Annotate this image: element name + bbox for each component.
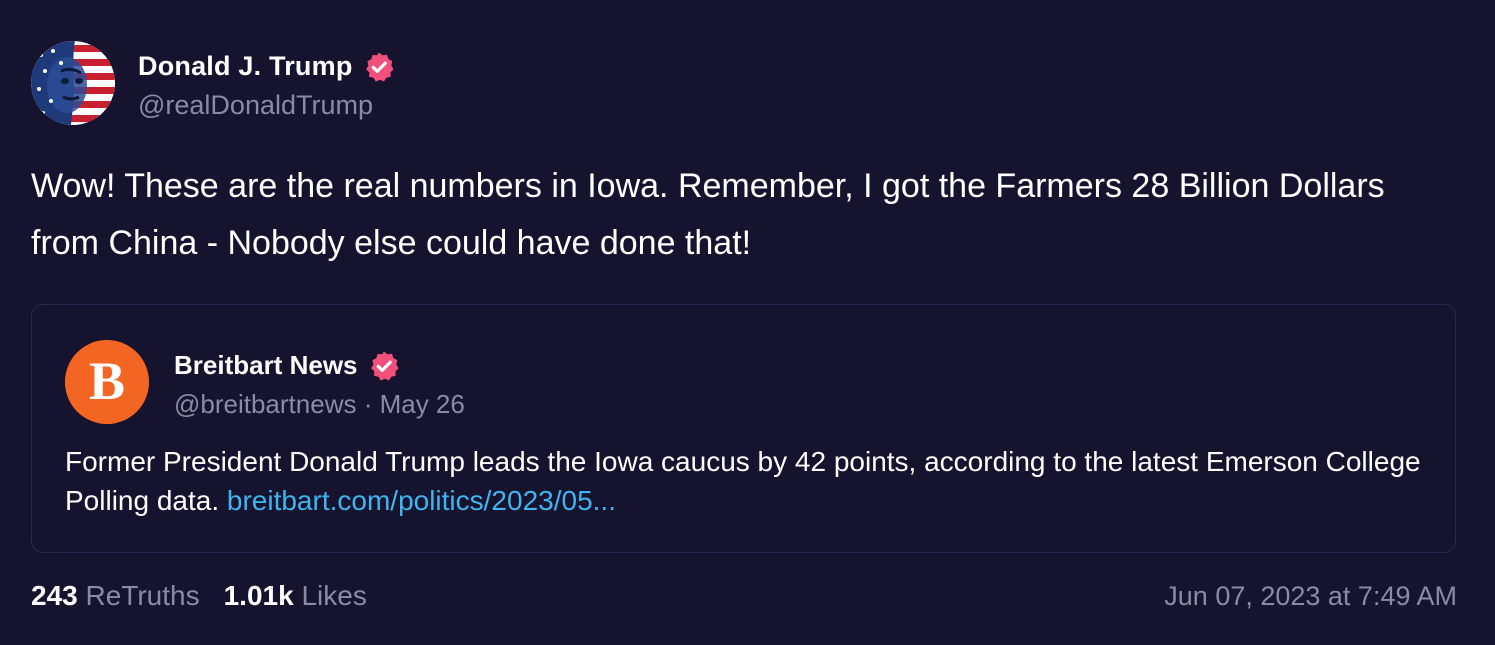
likes-count: 1.01k <box>223 580 294 611</box>
author-name-row: Donald J. Trump <box>138 46 395 88</box>
quoted-post-text: Former President Donald Trump leads the … <box>65 442 1425 520</box>
post-text: Wow! These are the real numbers in Iowa.… <box>31 167 1385 262</box>
post-footer: 243 ReTruths 1.01k Likes Jun 07, 2023 at… <box>31 580 1457 612</box>
likes-stat[interactable]: 1.01k Likes <box>224 580 367 612</box>
breitbart-logo-letter: B <box>89 351 125 411</box>
author-handle[interactable]: @realDonaldTrump <box>138 90 395 121</box>
likes-label: Likes <box>301 580 367 611</box>
quoted-author-identity: Breitbart News @breitbartnews · May 26 <box>174 345 465 420</box>
author-identity: Donald J. Trump @realDonaldTrump <box>138 46 395 121</box>
retruths-stat[interactable]: 243 ReTruths <box>31 580 200 612</box>
quoted-author-name-row: Breitbart News <box>174 345 465 387</box>
quoted-post-link[interactable]: breitbart.com/politics/2023/05... <box>227 485 616 516</box>
author-avatar[interactable] <box>31 41 115 125</box>
breitbart-logo-icon: B <box>65 340 149 424</box>
author-display-name[interactable]: Donald J. Trump <box>138 51 353 82</box>
post-header: Donald J. Trump @realDonaldTrump <box>31 41 395 125</box>
quoted-post-date[interactable]: May 26 <box>380 389 465 419</box>
quoted-author-display-name[interactable]: Breitbart News <box>174 350 358 381</box>
retruths-count: 243 <box>31 580 78 611</box>
quoted-post-meta: @breitbartnews · May 26 <box>174 389 465 420</box>
quoted-author-avatar[interactable]: B <box>65 340 149 424</box>
quoted-post-header: B Breitbart News @breitbartnews · May 26 <box>65 340 465 424</box>
verified-badge-icon <box>363 51 395 83</box>
post-timestamp[interactable]: Jun 07, 2023 at 7:49 AM <box>1164 581 1457 612</box>
truth-post: Donald J. Trump @realDonaldTrump Wow! Th… <box>0 0 1495 645</box>
retruths-label: ReTruths <box>85 580 200 611</box>
quoted-verified-badge-icon <box>368 350 400 382</box>
quoted-author-handle[interactable]: @breitbartnews <box>174 389 356 419</box>
author-avatar-image <box>31 41 115 125</box>
meta-separator: · <box>356 388 380 419</box>
quoted-post-card[interactable]: B Breitbart News @breitbartnews · May 26… <box>31 304 1456 553</box>
